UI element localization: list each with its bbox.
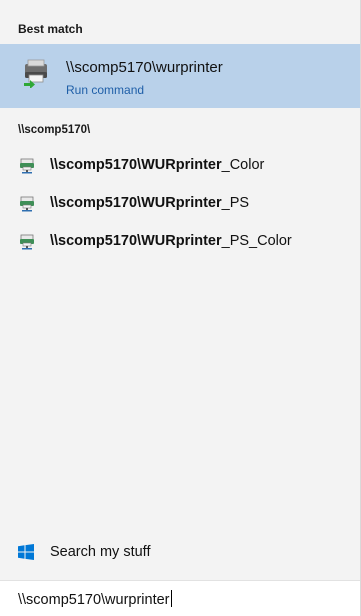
network-printer-icon <box>20 158 34 174</box>
network-printer-icon <box>20 196 34 212</box>
text-caret <box>170 590 172 607</box>
printer-run-icon <box>24 59 47 88</box>
search-my-stuff-button[interactable]: Search my stuff <box>0 536 360 570</box>
group-header: \\scomp5170\ <box>18 124 91 136</box>
search-results-panel: Best match \\scomp5170\wurprinter Run co… <box>0 0 361 616</box>
search-input-value: \\scomp5170\wurprinter <box>18 590 172 608</box>
result-item[interactable]: \\scomp5170\WURprinter_PS <box>0 185 360 223</box>
best-match-header: Best match <box>18 22 83 36</box>
result-label: \\scomp5170\WURprinter_Color <box>50 157 265 173</box>
best-match-item[interactable]: \\scomp5170\wurprinter Run command <box>0 44 360 108</box>
result-label: \\scomp5170\WURprinter_PS <box>50 195 250 211</box>
result-item[interactable]: \\scomp5170\WURprinter_Color <box>0 147 360 185</box>
windows-icon <box>18 544 34 560</box>
best-match-title: \\scomp5170\wurprinter <box>66 59 223 76</box>
search-input[interactable]: \\scomp5170\wurprinter <box>0 580 360 616</box>
network-printer-icon <box>20 234 34 250</box>
best-match-subtitle: Run command <box>66 83 145 97</box>
result-item[interactable]: \\scomp5170\WURprinter_PS_Color <box>0 223 360 261</box>
search-my-stuff-label: Search my stuff <box>50 544 151 560</box>
result-label: \\scomp5170\WURprinter_PS_Color <box>50 233 292 249</box>
